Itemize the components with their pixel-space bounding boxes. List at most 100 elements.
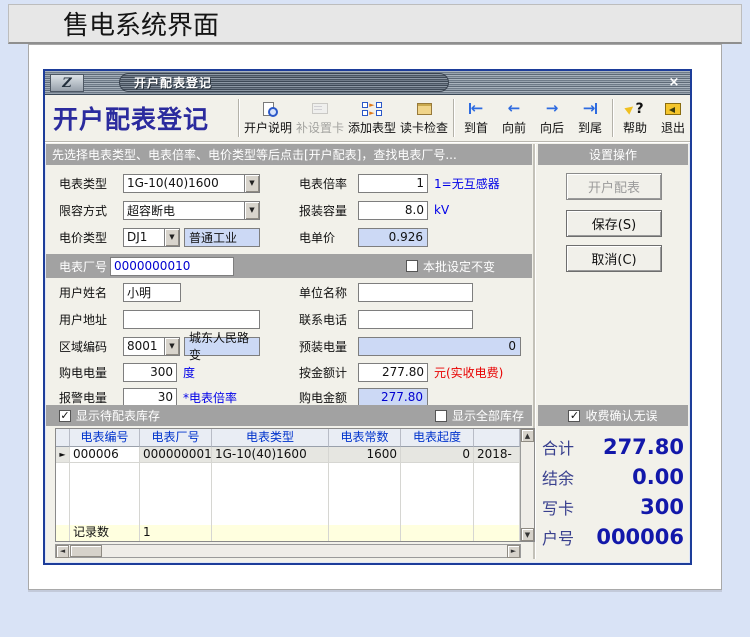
phone-input[interactable]	[358, 310, 473, 329]
card-plus-icon	[312, 101, 328, 117]
cancel-button[interactable]: 取消(C)	[566, 245, 662, 272]
preset-energy-value: 0	[508, 339, 516, 353]
open-account-help-button[interactable]: 开户说明	[242, 97, 294, 139]
chevron-down-icon[interactable]: ▼	[244, 201, 260, 220]
stock-filter-bar: ✓ 显示待配表库存 显示全部库存	[46, 405, 532, 426]
row-marker-icon: ►	[56, 447, 70, 463]
button-label: 向前	[502, 119, 526, 136]
unit-name-input[interactable]	[358, 283, 473, 302]
account-no-label: 户号	[542, 525, 574, 549]
price-type-select[interactable]: DJ1 ▼	[123, 228, 180, 247]
by-amount-input[interactable]	[358, 363, 428, 382]
unit-name-label: 单位名称	[299, 284, 358, 301]
table-header-row: 电表编号 电表厂号 电表类型 电表常数 电表起度	[56, 429, 520, 447]
table-horizontal-scrollbar[interactable]: ◄ ►	[55, 544, 521, 558]
read-card-check-button[interactable]: 读卡检查	[398, 97, 450, 139]
form-heading: 开户配表登记	[53, 100, 235, 136]
form-row: 购电电量 度 按金额计 元(实收电费)	[45, 362, 532, 382]
balance-value: 0.00	[632, 465, 684, 489]
header-marker-cell	[56, 429, 70, 447]
header-constant[interactable]: 电表常数	[329, 429, 401, 447]
button-label: 保存(S)	[592, 214, 636, 233]
button-label: 到首	[464, 119, 488, 136]
record-count-label: 记录数	[70, 525, 140, 541]
batch-fixed-checkbox[interactable]	[406, 260, 418, 272]
limit-mode-select[interactable]: 超容断电 ▼	[123, 201, 260, 220]
form-row: 用户地址 联系电话	[45, 309, 532, 329]
go-first-button[interactable]: ← 到首	[457, 97, 495, 139]
show-all-label: 显示全部库存	[452, 407, 524, 424]
go-previous-button[interactable]: ← 向前	[495, 97, 533, 139]
factory-no-bar: 电表厂号 本批设定不变	[46, 254, 532, 278]
save-button[interactable]: 保存(S)	[566, 210, 662, 237]
price-type-label: 电价类型	[45, 229, 123, 246]
open-account-assign-button: 开户配表	[566, 173, 662, 200]
chevron-down-icon[interactable]: ▼	[164, 337, 180, 356]
batch-fixed-label: 本批设定不变	[423, 258, 495, 275]
area-name: 城东人民路变	[189, 329, 255, 363]
chevron-down-icon[interactable]: ▼	[164, 228, 180, 247]
doc-search-icon	[263, 101, 274, 117]
meter-type-select[interactable]: 1G-10(40)1600 ▼	[123, 174, 260, 193]
show-all-checkbox[interactable]	[435, 410, 447, 422]
table-row[interactable]: ► 000006 0000000010 1G-10(40)1600 1600 0…	[56, 447, 520, 463]
scroll-left-icon[interactable]: ◄	[56, 545, 69, 558]
purchase-amount-field: 277.80	[358, 388, 428, 407]
scroll-down-icon[interactable]: ▼	[521, 528, 534, 541]
purchase-amount-value: 277.80	[381, 390, 423, 404]
multiplier-label: 电表倍率	[299, 175, 358, 192]
supplement-card-button: 补设置卡	[294, 97, 346, 139]
fee-confirm-checkbox[interactable]: ✓	[568, 410, 580, 422]
header-meter-no[interactable]: 电表编号	[70, 429, 140, 447]
user-name-label: 用户姓名	[45, 284, 123, 301]
add-meter-type-button[interactable]: ► ► 添加表型	[346, 97, 398, 139]
balance-label: 结余	[542, 465, 574, 489]
header-factory-no[interactable]: 电表厂号	[140, 429, 212, 447]
alarm-energy-input[interactable]	[123, 388, 177, 407]
meter-type-label: 电表类型	[45, 175, 123, 192]
area-code-select[interactable]: 8001 ▼	[123, 337, 180, 356]
limit-mode-label: 限容方式	[45, 202, 123, 219]
header-meter-type[interactable]: 电表类型	[212, 429, 329, 447]
purchase-energy-hint: 度	[183, 364, 195, 381]
address-input[interactable]	[123, 310, 260, 329]
total-value: 277.80	[603, 435, 684, 459]
capacity-label: 报装容量	[299, 202, 358, 219]
scroll-thumb[interactable]	[70, 545, 102, 557]
cell-meter-type: 1G-10(40)1600	[212, 447, 329, 463]
scroll-right-icon[interactable]: ►	[507, 545, 520, 558]
price-type-name: 普通工业	[189, 229, 237, 246]
write-card-value: 300	[640, 495, 684, 519]
toolbar-separator	[453, 99, 454, 137]
balance-row: 结余 0.00	[542, 463, 684, 491]
button-label: 添加表型	[348, 119, 396, 136]
header-start-reading[interactable]: 电表起度	[401, 429, 474, 447]
area-name-field: 城东人民路变	[184, 337, 260, 356]
show-pending-checkbox[interactable]: ✓	[59, 410, 71, 422]
side-panel: 开户配表 保存(S) 取消(C) ✓ 收费确认无误 合计 277.80 结余	[538, 71, 688, 563]
user-name-input[interactable]	[123, 283, 181, 302]
capacity-hint: kV	[434, 203, 449, 217]
form-row: 用户姓名 单位名称	[45, 282, 532, 302]
chevron-down-icon[interactable]: ▼	[244, 174, 260, 193]
area-code-label: 区域编码	[45, 338, 123, 355]
page-title: 售电系统界面	[63, 5, 219, 42]
table-vertical-scrollbar[interactable]: ▲ ▼	[520, 429, 534, 541]
button-label: 补设置卡	[296, 119, 344, 136]
price-type-value: DJ1	[123, 228, 164, 247]
add-meter-type-icon: ► ►	[362, 101, 381, 117]
preset-energy-label: 预装电量	[299, 338, 358, 355]
purchase-energy-input[interactable]	[123, 363, 177, 382]
window-title: 开户配表登记	[119, 73, 449, 92]
account-no-value: 000006	[596, 525, 684, 549]
form-row: 区域编码 8001 ▼ 城东人民路变 预装电量 0	[45, 336, 532, 356]
capacity-input[interactable]	[358, 201, 428, 220]
scroll-up-icon[interactable]: ▲	[521, 429, 534, 442]
factory-no-input[interactable]	[110, 257, 234, 276]
multiplier-hint: 1=无互感器	[434, 175, 500, 192]
multiplier-input[interactable]	[358, 174, 428, 193]
card-check-icon	[417, 101, 432, 117]
button-label: 开户说明	[244, 119, 292, 136]
form-row: 报警电量 *电表倍率 购电金额 277.80	[45, 387, 532, 407]
window-logo-icon: Z	[50, 74, 84, 92]
